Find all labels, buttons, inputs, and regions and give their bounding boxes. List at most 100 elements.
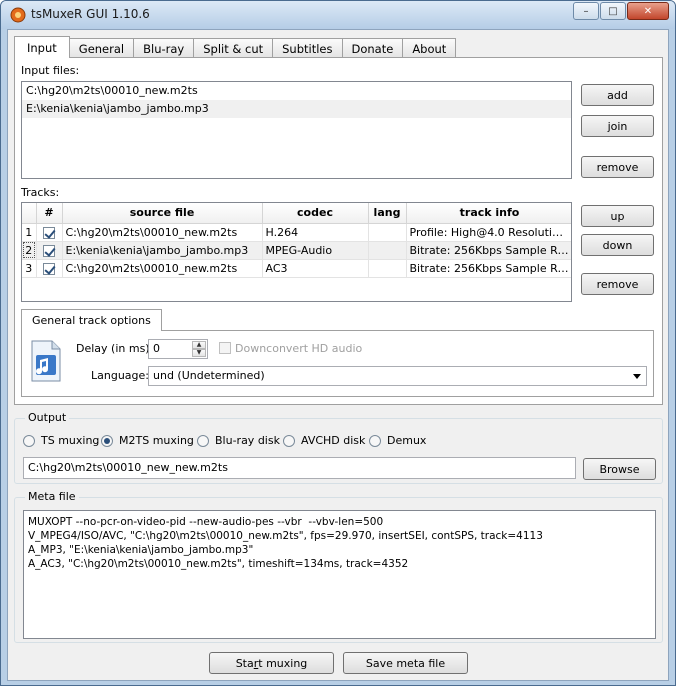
radio-circle: [369, 434, 381, 447]
join-button[interactable]: join: [581, 115, 654, 137]
tsmuxer-app-icon: [10, 7, 26, 23]
list-item[interactable]: C:\hg20\m2ts\00010_new.m2ts: [22, 82, 571, 100]
radio-circle: [283, 434, 295, 447]
list-item[interactable]: E:\kenia\kenia\jambo_jambo.mp3: [22, 100, 571, 118]
radio-circle: [197, 434, 209, 447]
remove-track-button[interactable]: remove: [581, 273, 654, 295]
radio-circle: [23, 434, 35, 447]
blu-ray-disk-radio[interactable]: Blu-ray disk: [197, 434, 280, 447]
track-down-button[interactable]: down: [581, 234, 654, 256]
spin-down-icon[interactable]: ▼: [192, 349, 206, 357]
tab-donate[interactable]: Donate: [341, 38, 404, 58]
output-legend: Output: [25, 411, 70, 424]
tracks-header-row: # source file codec lang track info: [22, 203, 571, 224]
spin-up-icon[interactable]: ▲: [192, 341, 206, 349]
output-path-input[interactable]: C:\hg20\m2ts\00010_new_new.m2ts: [23, 457, 576, 479]
meta-file-text[interactable]: MUXOPT --no-pcr-on-video-pid --new-audio…: [23, 510, 656, 639]
downconvert-hd-audio-checkbox[interactable]: [219, 342, 231, 354]
language-value: und (Undetermined): [153, 369, 265, 382]
row-number: 3: [22, 259, 37, 278]
column-header[interactable]: [22, 203, 37, 224]
ts-muxing-radio[interactable]: TS muxing: [23, 434, 99, 447]
table-row[interactable]: 3 C:\hg20\m2ts\00010_new.m2ts AC3 Bitrat…: [22, 259, 571, 278]
table-row[interactable]: 1 C:\hg20\m2ts\00010_new.m2ts H.264 Prof…: [22, 223, 571, 242]
window-title: tsMuxeR GUI 1.10.6: [31, 7, 150, 21]
title-bar[interactable]: tsMuxeR GUI 1.10.6 – □ ✕: [1, 1, 675, 29]
avchd-disk-radio[interactable]: AVCHD disk: [283, 434, 365, 447]
track-lang: [368, 259, 407, 278]
delay-stepper[interactable]: ▲ ▼: [192, 341, 206, 357]
meta-line: MUXOPT --no-pcr-on-video-pid --new-audio…: [28, 516, 384, 528]
track-enabled-checkbox[interactable]: [43, 226, 55, 239]
tab-subtitles[interactable]: Subtitles: [272, 38, 343, 58]
tab-blu-ray[interactable]: Blu-ray: [133, 38, 195, 58]
start-muxing-button[interactable]: Sta r t muxing: [209, 652, 334, 674]
maximize-icon: □: [608, 5, 618, 17]
input-tab-panel: Input files: C:\hg20\m2ts\00010_new.m2ts…: [14, 57, 663, 405]
tracks-table-container[interactable]: # source file codec lang track info 1 C:…: [21, 202, 572, 302]
track-codec: H.264: [262, 223, 369, 242]
downconvert-hd-audio-label: Downconvert HD audio: [235, 342, 363, 355]
remove-file-button[interactable]: remove: [581, 156, 654, 178]
minimize-icon: –: [583, 5, 589, 17]
radio-circle: [101, 434, 113, 447]
column-header[interactable]: #: [36, 203, 63, 224]
delay-value: 0: [153, 342, 160, 355]
column-header[interactable]: source file: [62, 203, 263, 224]
track-codec: MPEG-Audio: [262, 241, 369, 260]
save-meta-file-button[interactable]: Save meta file: [343, 652, 468, 674]
tab-input[interactable]: Input: [14, 36, 70, 58]
output-path-value: C:\hg20\m2ts\00010_new_new.m2ts: [28, 461, 228, 474]
minimize-button[interactable]: –: [573, 2, 599, 20]
row-number: 1: [22, 223, 37, 242]
track-info: Bitrate: 256Kbps Sample Rate: 48KHz: [406, 259, 571, 278]
start-label-part: Sta: [235, 656, 254, 670]
blu-ray-disk-label: Blu-ray disk: [215, 434, 280, 447]
delay-label: Delay (in ms):: [76, 342, 154, 355]
close-button[interactable]: ✕: [627, 2, 669, 20]
meta-file-legend: Meta file: [25, 490, 79, 503]
output-group: Output TS muxing M2TS muxing Blu-ray dis…: [14, 411, 663, 484]
demux-label: Demux: [387, 434, 427, 447]
track-enabled-checkbox[interactable]: [43, 244, 55, 257]
row-number: 2: [22, 241, 37, 260]
main-tabs: Input General Blu-ray Split & cut Subtit…: [14, 36, 457, 58]
input-files-list[interactable]: C:\hg20\m2ts\00010_new.m2ts E:\kenia\ken…: [21, 81, 572, 179]
column-header[interactable]: codec: [262, 203, 369, 224]
language-label: Language:: [91, 369, 149, 382]
column-header[interactable]: track info: [406, 203, 571, 224]
tab-about[interactable]: About: [402, 38, 457, 58]
tracks-table: # source file codec lang track info 1 C:…: [22, 203, 571, 278]
track-source: C:\hg20\m2ts\00010_new.m2ts: [62, 223, 263, 242]
meta-file-group: Meta file MUXOPT --no-pcr-on-video-pid -…: [14, 490, 663, 643]
demux-radio[interactable]: Demux: [369, 434, 426, 447]
track-codec: AC3: [262, 259, 369, 278]
chevron-down-icon: [633, 374, 641, 379]
track-info: Bitrate: 256Kbps Sample Rate: 44KHz: [406, 241, 571, 260]
browse-button[interactable]: Browse: [583, 458, 656, 480]
track-source: E:\kenia\kenia\jambo_jambo.mp3: [62, 241, 263, 260]
ts-muxing-label: TS muxing: [41, 434, 100, 447]
m2ts-muxing-radio[interactable]: M2TS muxing: [101, 434, 194, 447]
maximize-button[interactable]: □: [600, 2, 626, 20]
delay-input[interactable]: 0 ▲ ▼: [148, 339, 208, 359]
track-lang: [368, 241, 407, 260]
track-up-button[interactable]: up: [581, 205, 654, 227]
add-button[interactable]: add: [581, 84, 654, 106]
track-source: C:\hg20\m2ts\00010_new.m2ts: [62, 259, 263, 278]
table-row[interactable]: 2 E:\kenia\kenia\jambo_jambo.mp3 MPEG-Au…: [22, 241, 571, 260]
column-header[interactable]: lang: [368, 203, 407, 224]
tab-general[interactable]: General: [68, 38, 135, 58]
track-enabled-checkbox[interactable]: [43, 262, 55, 275]
tab-split-cut[interactable]: Split & cut: [193, 38, 274, 58]
main-client-area: Input General Blu-ray Split & cut Subtit…: [7, 29, 669, 681]
audio-file-icon: [31, 340, 61, 382]
meta-line: A_AC3, "C:\hg20\m2ts\00010_new.m2ts", ti…: [28, 558, 409, 570]
track-info: Profile: High@4.0 Resolution: 1920:1080i: [406, 223, 571, 242]
tab-general-track-options[interactable]: General track options: [21, 309, 162, 331]
language-select[interactable]: und (Undetermined): [148, 366, 647, 386]
input-files-label: Input files:: [21, 64, 80, 77]
close-icon: ✕: [643, 5, 653, 17]
meta-line: A_MP3, "E:\kenia\kenia\jambo_jambo.mp3": [28, 544, 254, 556]
m2ts-muxing-label: M2TS muxing: [119, 434, 194, 447]
